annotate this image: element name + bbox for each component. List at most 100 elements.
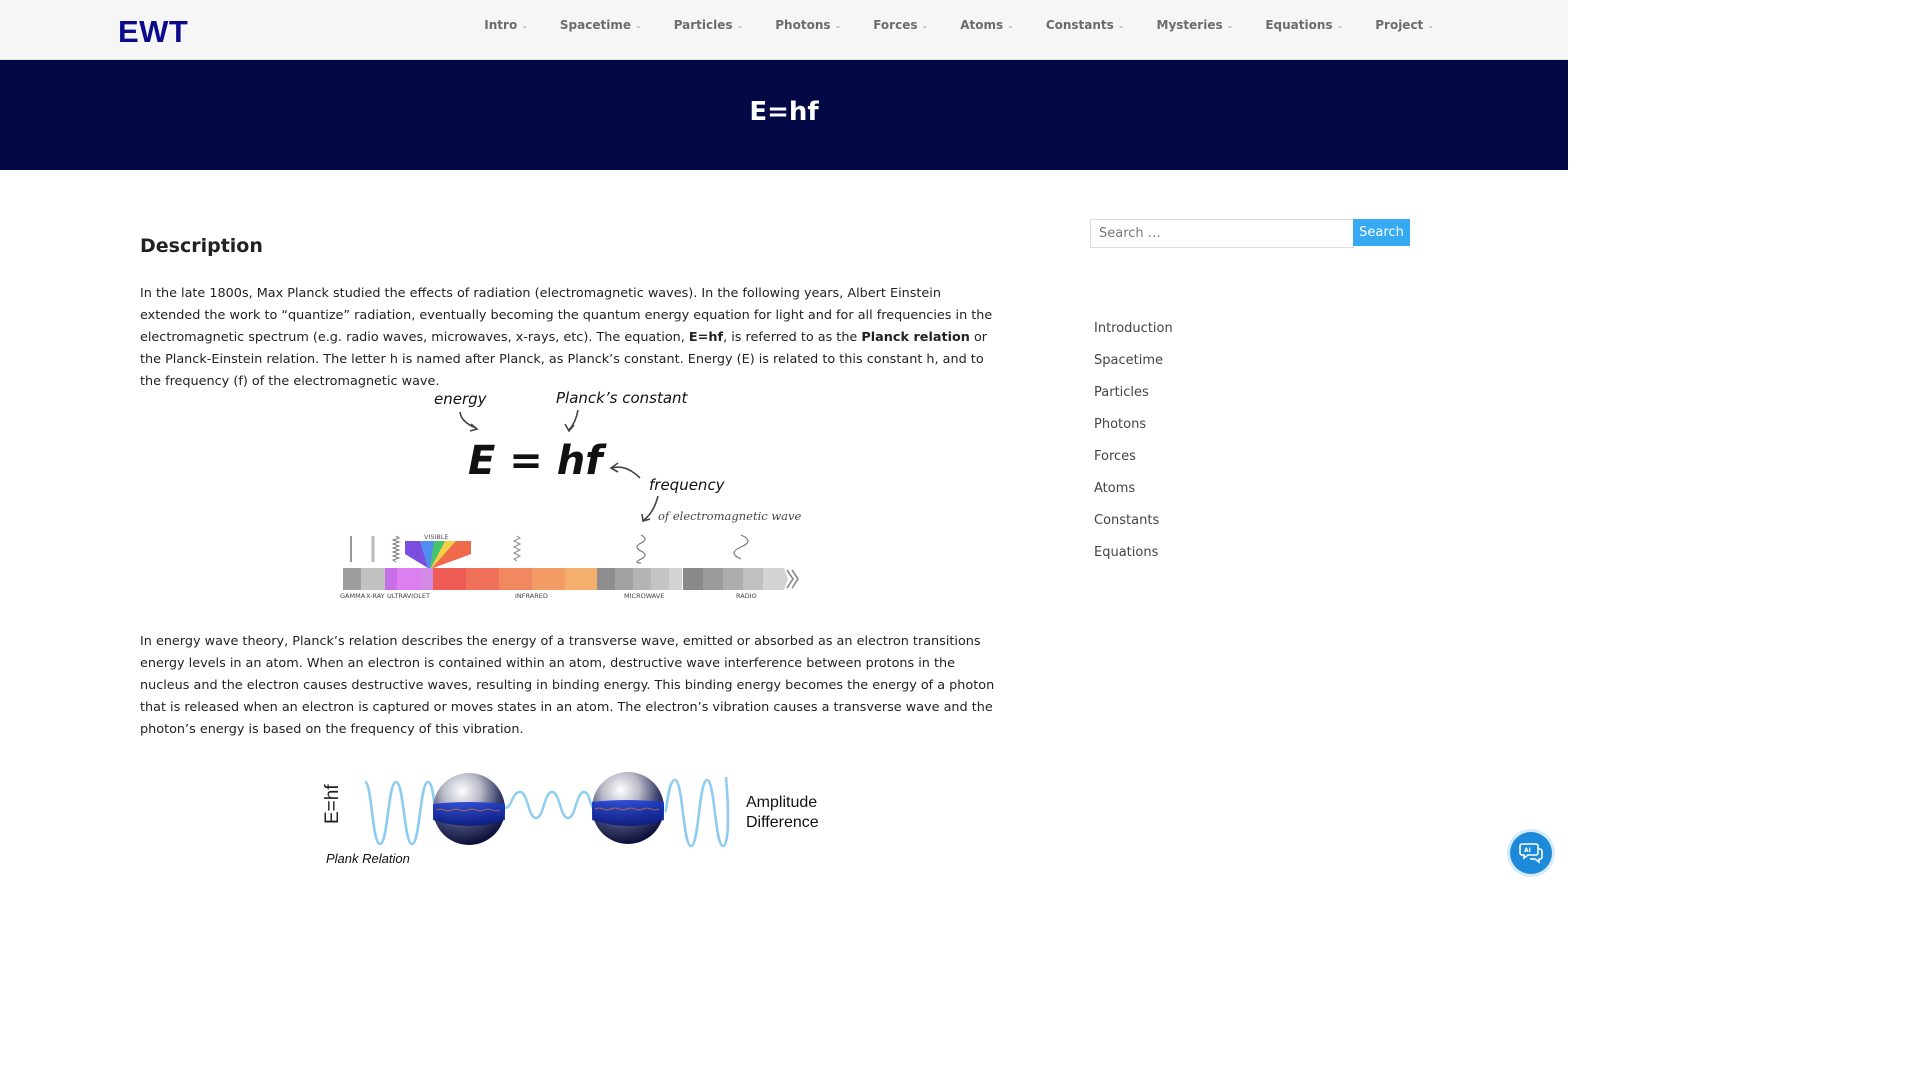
menu-item-constants[interactable]: Constants ⌄ [1046,18,1125,32]
sidebar-item-forces[interactable]: Forces [1094,447,1173,479]
menu-item-mysteries[interactable]: Mysteries ⌄ [1157,18,1234,32]
infrared-wave [512,535,522,562]
equation-bold: E=hf [688,330,724,345]
page-title: E=hf [749,97,819,127]
sidebar-item-constants[interactable]: Constants [1094,511,1173,543]
energy-label: energy [434,390,488,408]
chevron-down-icon: ⌄ [921,20,929,30]
uv-wave [391,535,401,563]
sphere-band [592,800,664,826]
hero-banner: E=hf [0,60,1568,170]
search-button[interactable]: Search [1353,219,1410,246]
section-heading: Description [140,235,263,257]
frequency-label: frequency [649,476,726,494]
bar-microwave [669,568,682,590]
bar-microwave [615,568,633,590]
chevron-down-icon: ⌄ [634,20,642,30]
menu-item-particles[interactable]: Particles ⌄ [674,18,744,32]
menu-label: Spacetime [559,18,631,32]
search-input[interactable]: Search … [1090,219,1354,248]
intro-paragraph: In the late 1800s, Max Planck studied th… [140,283,1000,393]
spectrum-bar [343,568,799,590]
amplitude-label: Amplitude [746,794,817,811]
menu-label: Intro [484,18,518,32]
em-wave-label: of electromagnetic wave [658,509,802,523]
menu-item-equations[interactable]: Equations ⌄ [1265,18,1343,32]
menu-label: Forces [873,18,918,32]
equation-text: E = hf [468,438,607,484]
plank-relation-figure: E=hf Amplitude Difference Plank Relation [322,772,819,866]
sidebar-links: Introduction Spacetime Particles Photons… [1094,319,1173,575]
chevron-down-icon: ⌄ [1336,20,1344,30]
planck-equation-figure: energy Planck’s constant E = hf frequenc… [340,389,802,600]
band-label: MICROWAVE [624,592,664,600]
wave-middle [504,790,595,820]
energy-wave-paragraph: In energy wave theory, Planck’s relation… [140,634,995,737]
sidebar-item-introduction[interactable]: Introduction [1094,319,1173,351]
arrow [568,409,579,431]
bar-infrared [499,568,532,590]
top-navigation: EWT Intro ⌄ Spacetime ⌄ Particles ⌄ Photons… [0,0,1568,60]
bar-microwave [651,568,669,590]
chevron-down-icon: ⌄ [1226,20,1234,30]
bar-microwave [633,568,651,590]
arrow [643,495,659,521]
chevron-down-icon: ⌄ [834,20,842,30]
band-label: RADIO [736,592,757,600]
menu-item-intro[interactable]: Intro ⌄ [484,18,528,32]
bar-radio [743,568,763,590]
bar-radio-end [763,568,788,590]
figure-caption: Plank Relation [326,851,410,866]
radio-wave [733,534,749,560]
menu-label: Equations [1265,18,1333,32]
menu-label: Photons [775,18,831,32]
bar-microwave [597,568,615,590]
difference-label: Difference [746,814,819,831]
chevron-down-icon: ⌄ [1117,20,1125,30]
menu-label: Project [1375,18,1424,32]
sphere-band [433,802,505,826]
bar-xray [361,568,385,590]
sidebar-item-particles[interactable]: Particles [1094,383,1173,415]
bar-infrared [466,568,499,590]
bar-uv [385,568,397,590]
sidebar-item-photons[interactable]: Photons [1094,415,1173,447]
menu-item-forces[interactable]: Forces ⌄ [873,18,928,32]
microwave-wave [636,534,646,564]
menu-item-photons[interactable]: Photons ⌄ [775,18,841,32]
chat-bubble-icon: AI [1519,843,1543,864]
planck-constant-label: Planck’s constant [556,389,689,407]
bar-uv [421,568,433,590]
bar-radio [703,568,723,590]
sidebar-item-spacetime[interactable]: Spacetime [1094,351,1173,383]
bar-infrared [565,568,597,590]
sidebar-item-equations[interactable]: Equations [1094,543,1173,575]
band-label: INFRARED [515,592,548,600]
menu-item-project[interactable]: Project ⌄ [1375,18,1434,32]
band-label: ULTRAVIOLET [387,592,430,600]
menu-label: Atoms [960,18,1004,32]
wave-left [363,780,438,846]
menu-item-spacetime[interactable]: Spacetime ⌄ [560,18,642,32]
wave-right [663,776,730,848]
menu-item-atoms[interactable]: Atoms ⌄ [960,18,1014,32]
visible-label: VISIBLE [424,533,449,541]
arrow [611,466,641,479]
sidebar-item-atoms[interactable]: Atoms [1094,479,1173,511]
svg-text:AI: AI [1524,847,1531,854]
text-run: , is referred to as the [723,330,862,345]
chevron-down-icon: ⌄ [1007,20,1014,30]
band-label: X-RAY [366,592,385,600]
menu-label: Mysteries [1156,18,1223,32]
band-label: GAMMA [340,592,366,600]
bar-infrared [532,568,565,590]
energy-equation-label: E=hf [322,784,343,824]
site-logo[interactable]: EWT [118,16,188,47]
main-menu: Intro ⌄ Spacetime ⌄ Particles ⌄ Photons ⌄ Fo… [452,18,1434,32]
chevron-down-icon: ⌄ [1427,20,1434,30]
planck-relation-bold: Planck relation [861,330,970,345]
bar-uv [397,568,421,590]
menu-label: Particles [673,18,733,32]
bar-gamma [343,568,361,590]
chat-button[interactable]: AI [1510,832,1552,874]
